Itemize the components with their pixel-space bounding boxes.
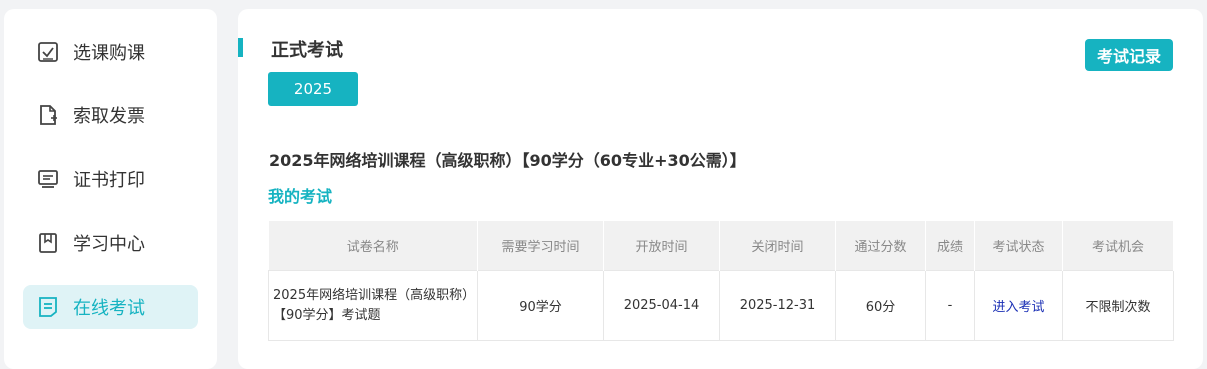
header-pass-score: 通过分数	[835, 221, 926, 271]
bookmark-icon	[37, 232, 59, 254]
header-exam-status: 考试状态	[974, 221, 1063, 271]
cell-pass-score: 60分	[835, 270, 926, 341]
sidebar-item-study-center[interactable]: 学习中心	[23, 221, 198, 265]
header-exam-chances: 考试机会	[1062, 221, 1174, 271]
table-row: 2025年网络培训课程（高级职称）【90学分】考试题 90学分 2025-04-…	[268, 270, 1174, 341]
page-title: 正式考试	[271, 40, 343, 61]
sidebar: 选课购课 索取发票 证书打印 学习中心 在线考试	[4, 9, 217, 369]
course-title: 2025年网络培训课程（高级职称）【90学分（60专业+30公需）】	[269, 151, 746, 170]
exam-table: 试卷名称 需要学习时间 开放时间 关闭时间 通过分数 成绩 考试状态 考试机会 …	[268, 221, 1174, 341]
sidebar-item-label: 索取发票	[73, 106, 145, 127]
cell-close-time: 2025-12-31	[719, 270, 836, 341]
header-open-time: 开放时间	[603, 221, 720, 271]
main-panel: 正式考试 考试记录 2025 2025年网络培训课程（高级职称）【90学分（60…	[238, 9, 1203, 369]
exam-records-button[interactable]: 考试记录	[1085, 39, 1173, 71]
checkbox-icon	[37, 41, 59, 63]
my-exam-heading: 我的考试	[268, 187, 333, 206]
cell-paper-name: 2025年网络培训课程（高级职称）【90学分】考试题	[268, 270, 478, 341]
sidebar-item-label: 选课购课	[73, 43, 145, 64]
enter-exam-link[interactable]: 进入考试	[992, 300, 1044, 315]
sidebar-item-label: 证书打印	[73, 170, 145, 191]
sidebar-item-course-purchase[interactable]: 选课购课	[23, 30, 198, 74]
document-list-icon	[37, 296, 59, 318]
cell-study-time: 90学分	[477, 270, 604, 341]
header-paper-name: 试卷名称	[268, 221, 478, 271]
cell-exam-chances: 不限制次数	[1062, 270, 1174, 341]
cell-exam-status: 进入考试	[974, 270, 1063, 341]
title-accent-bar	[238, 38, 243, 57]
year-tab-2025[interactable]: 2025	[268, 72, 358, 106]
header-study-time: 需要学习时间	[477, 221, 604, 271]
cell-score: -	[925, 270, 975, 341]
sidebar-item-online-exam[interactable]: 在线考试	[23, 285, 198, 329]
header-score: 成绩	[925, 221, 975, 271]
monitor-icon	[37, 168, 59, 190]
cell-open-time: 2025-04-14	[603, 270, 720, 341]
table-header-row: 试卷名称 需要学习时间 开放时间 关闭时间 通过分数 成绩 考试状态 考试机会	[268, 221, 1174, 271]
document-add-icon	[37, 104, 59, 126]
header-close-time: 关闭时间	[719, 221, 836, 271]
sidebar-item-label: 学习中心	[73, 234, 145, 255]
sidebar-item-invoice[interactable]: 索取发票	[23, 93, 198, 137]
sidebar-item-certificate-print[interactable]: 证书打印	[23, 157, 198, 201]
sidebar-item-label: 在线考试	[73, 298, 145, 319]
